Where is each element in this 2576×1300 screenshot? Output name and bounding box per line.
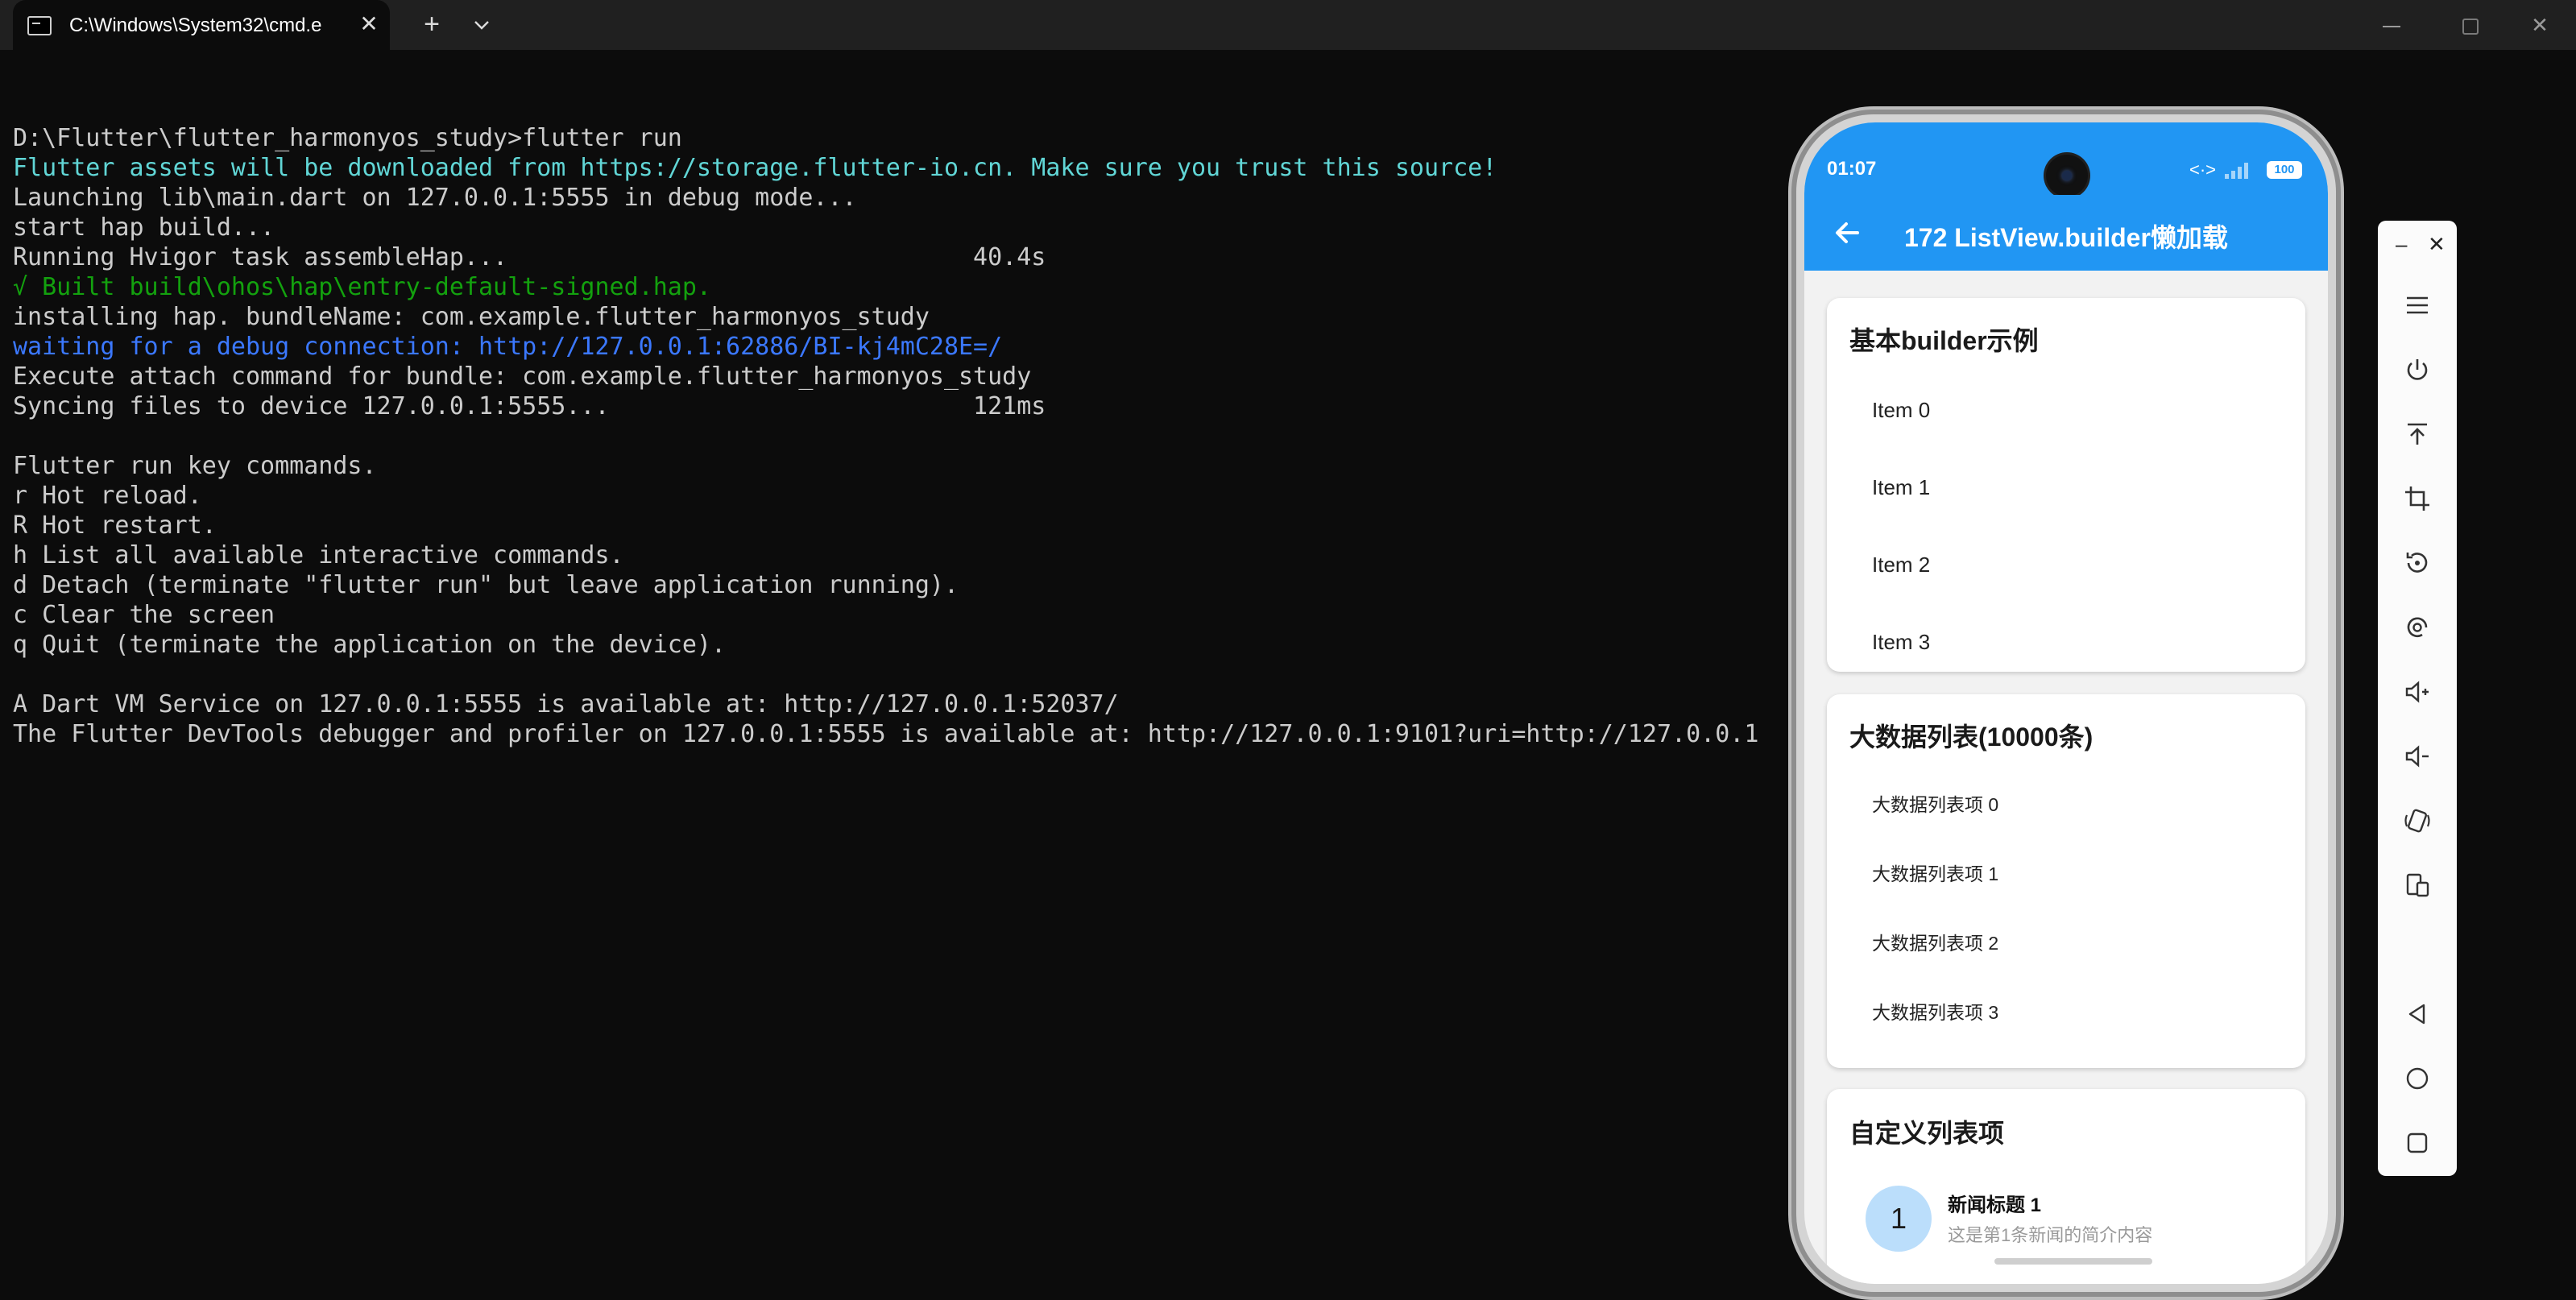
app-bar: 172 ListView.builder懒加载 [1804,195,2328,271]
big-data-list-card: 大数据列表(10000条) 大数据列表项 0 大数据列表项 1 大数据列表项 2… [1827,694,2305,1068]
volume-down-icon[interactable] [2397,736,2437,776]
signal-icon [2225,161,2254,179]
page-title: 172 ListView.builder懒加载 [1904,223,2228,252]
news-title[interactable]: 新闻标题 1 [1948,1189,2041,1217]
terminal-line: d Detach (terminate "flutter run" but le… [13,571,959,599]
wifi-icon: <·> [2189,159,2217,180]
home-indicator[interactable] [1994,1258,2152,1265]
maximize-icon [2462,19,2479,35]
menu-icon[interactable] [2397,285,2437,325]
emulator-toolbar: – ✕ [2378,221,2457,1176]
terminal-line: Flutter assets will be downloaded from h… [13,154,1497,182]
terminal-line: √ Built build\ohos\hap\entry-default-sig… [13,273,711,301]
status-time: 01:07 [1827,158,1877,180]
terminal-line: installing hap. bundleName: com.example.… [13,303,930,331]
minimize-button[interactable] [2355,0,2428,50]
crop-icon[interactable] [2397,478,2437,519]
terminal-line: Launching lib\main.dart on 127.0.0.1:555… [13,184,857,212]
rotate-icon[interactable] [2397,543,2437,583]
tab-close-icon[interactable]: ✕ [351,6,387,42]
maximize-button[interactable] [2434,0,2507,50]
card-title: 自定义列表项 [1849,1119,2005,1148]
screenshot-icon[interactable] [2397,607,2437,648]
terminal-line: Running Hvigor task assembleHap... 40.4s [13,243,1046,271]
shake-icon[interactable] [2397,801,2437,841]
power-icon[interactable] [2397,350,2437,390]
status-bar: 01:07 <·> 100 [1804,122,2328,197]
list-item[interactable]: 大数据列表项 0 [1872,789,1998,817]
terminal-line: D:\Flutter\flutter_harmonyos_study>flutt… [13,124,682,152]
terminal-line: Syncing files to device 127.0.0.1:5555..… [13,392,1046,420]
terminal-line: R Hot restart. [13,511,217,540]
avatar: 1 [1866,1186,1932,1252]
tab-title: C:\Windows\System32\cmd.e [69,14,322,36]
list-item[interactable]: Item 3 [1872,630,1930,655]
terminal-line: start hap build... [13,213,275,242]
list-item[interactable]: 大数据列表项 2 [1872,928,1998,955]
terminal-line: c Clear the screen [13,601,275,629]
toolbar-close-icon[interactable]: ✕ [2428,232,2446,257]
list-item[interactable]: Item 1 [1872,475,1930,500]
back-arrow-icon[interactable] [1827,213,1867,253]
custom-list-card: 自定义列表项 1 新闻标题 1 这是第1条新闻的简介内容 [1827,1089,2305,1284]
card-title: 基本builder示例 [1849,326,2039,355]
close-window-button[interactable]: ✕ [2504,0,2576,50]
toolbar-minimize-icon[interactable]: – [2396,232,2407,257]
front-camera [2046,155,2088,197]
pin-top-icon[interactable] [2397,414,2437,454]
status-icons: <·> 100 [2189,159,2310,180]
terminal-tab[interactable]: C:\Windows\System32\cmd.e ✕ [13,0,390,50]
terminal-line: h List all available interactive command… [13,541,624,569]
list-item[interactable]: Item 0 [1872,398,1930,423]
list-item[interactable]: 大数据列表项 3 [1872,997,1998,1025]
terminal-line: r Hot reload. [13,482,202,510]
battery-icon: 100 [2267,161,2302,179]
list-item[interactable]: Item 2 [1872,553,1930,578]
card-title: 大数据列表(10000条) [1849,722,2094,751]
news-subtitle: 这是第1条新闻的简介内容 [1948,1225,2153,1245]
terminal-line: q Quit (terminate the application on the… [13,631,727,659]
new-tab-icon[interactable]: + [414,6,449,42]
terminal-line: A Dart VM Service on 127.0.0.1:5555 is a… [13,690,1119,718]
terminal-line: Execute attach command for bundle: com.e… [13,362,1032,391]
chevron-down-icon[interactable] [464,8,499,43]
terminal-output[interactable]: D:\Flutter\flutter_harmonyos_study>flutt… [13,93,1785,1269]
minimize-icon [2383,26,2400,28]
volume-up-icon[interactable] [2397,672,2437,712]
terminal-line: Flutter run key commands. [13,452,377,480]
nav-home-icon[interactable] [2397,1058,2437,1099]
toolbar-window-controls: – ✕ [2392,232,2449,261]
nav-back-icon[interactable] [2397,994,2437,1034]
window-titlebar: C:\Windows\System32\cmd.e ✕ + ✕ [0,0,2576,50]
phone-screen[interactable]: 01:07 <·> 100 172 ListView.builder懒加载 基本… [1804,122,2328,1284]
multi-device-icon[interactable] [2397,865,2437,905]
list-item[interactable]: 大数据列表项 1 [1872,859,1998,886]
nav-recents-icon[interactable] [2397,1123,2437,1163]
terminal-line: waiting for a debug connection: http://1… [13,333,1003,361]
basic-builder-card: 基本builder示例 Item 0 Item 1 Item 2 Item 3 [1827,298,2305,672]
terminal-line: The Flutter DevTools debugger and profil… [13,720,1759,748]
phone-emulator: 01:07 <·> 100 172 ListView.builder懒加载 基本… [1796,114,2336,1292]
console-icon [27,16,52,35]
